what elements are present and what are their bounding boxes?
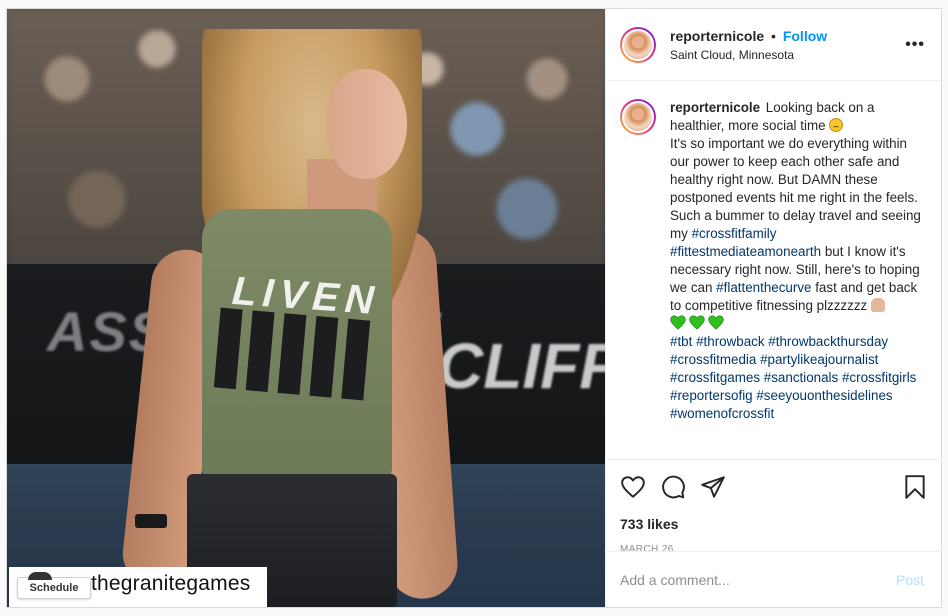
comment-input[interactable] — [620, 571, 896, 588]
folded-hands-icon — [870, 298, 885, 312]
athlete-watch — [135, 514, 167, 528]
post-actions: 733 likes MARCH 26 — [606, 459, 942, 555]
schedule-button[interactable]: Schedule — [17, 572, 91, 599]
post-comment-button[interactable]: Post — [896, 572, 924, 588]
hashtag-link[interactable]: #crossfitmedia — [670, 352, 756, 367]
hashtag-link[interactable]: #reportersofig — [670, 388, 753, 403]
post-side-panel: reporternicole • Follow Saint Cloud, Min… — [605, 9, 942, 607]
green-hearts — [670, 315, 727, 331]
likes-count[interactable]: 733 likes — [620, 516, 928, 532]
hashtag-link[interactable]: #partylikeajournalist — [760, 352, 878, 367]
hashtag-link[interactable]: #crossfitgames — [670, 370, 760, 385]
action-icons-row — [620, 470, 928, 506]
photo-tag-overlay: Schedule thegranitegames — [9, 567, 267, 607]
comment-bar: Post — [606, 551, 942, 607]
athlete-face — [327, 69, 407, 179]
author-avatar[interactable] — [620, 26, 656, 63]
green-heart-icon — [670, 315, 686, 330]
hashtag-link[interactable]: #throwbackthursday — [768, 334, 888, 349]
comment-icon[interactable] — [660, 474, 686, 500]
hashtag-link[interactable]: #crossfitfamily — [692, 226, 777, 241]
post-photo[interactable]: ASSAU FITNE CLIFF LIVEN Schedule thegran… — [7, 9, 605, 607]
green-heart-icon — [689, 315, 705, 330]
banner-text-right: CLIFF — [437, 330, 605, 402]
post-caption: reporternicole Looking back on a healthi… — [670, 99, 927, 457]
share-icon[interactable] — [700, 474, 726, 500]
hashtag-link[interactable]: #throwback — [696, 334, 764, 349]
caption-scroll-area[interactable]: reporternicole Looking back on a healthi… — [606, 81, 941, 457]
post-header: reporternicole • Follow Saint Cloud, Min… — [606, 9, 941, 81]
author-username[interactable]: reporternicole — [670, 28, 764, 44]
heart-icon[interactable] — [620, 474, 646, 500]
hashtag-link[interactable]: #seeyouonthesidelines — [756, 388, 892, 403]
post-container: ASSAU FITNE CLIFF LIVEN Schedule thegran… — [6, 8, 942, 608]
frowning-face-icon — [829, 118, 844, 132]
hashtag-list: #tbt #throwback #throwbackthursday #cros… — [670, 334, 916, 421]
header-text: reporternicole • Follow Saint Cloud, Min… — [670, 28, 827, 62]
tank-top-graphic — [213, 307, 371, 401]
tagged-username[interactable]: thegranitegames — [91, 572, 250, 596]
green-heart-icon — [708, 315, 724, 330]
separator-dot: • — [771, 27, 776, 44]
hashtag-link[interactable]: #tbt — [670, 334, 692, 349]
hashtag-link[interactable]: #crossfitgirls — [842, 370, 916, 385]
hashtag-link[interactable]: #flattenthecurve — [716, 280, 811, 295]
more-options-icon[interactable]: ••• — [905, 36, 925, 54]
follow-button[interactable]: Follow — [783, 28, 827, 44]
caption-username[interactable]: reporternicole — [670, 100, 760, 115]
hashtag-link[interactable]: #fittestmediateamonearth — [670, 244, 821, 259]
hashtag-link[interactable]: #sanctionals — [764, 370, 838, 385]
post-location[interactable]: Saint Cloud, Minnesota — [670, 48, 827, 62]
hashtag-link[interactable]: #womenofcrossfit — [670, 406, 774, 421]
bookmark-icon[interactable] — [902, 474, 928, 500]
caption-avatar[interactable] — [620, 99, 656, 135]
